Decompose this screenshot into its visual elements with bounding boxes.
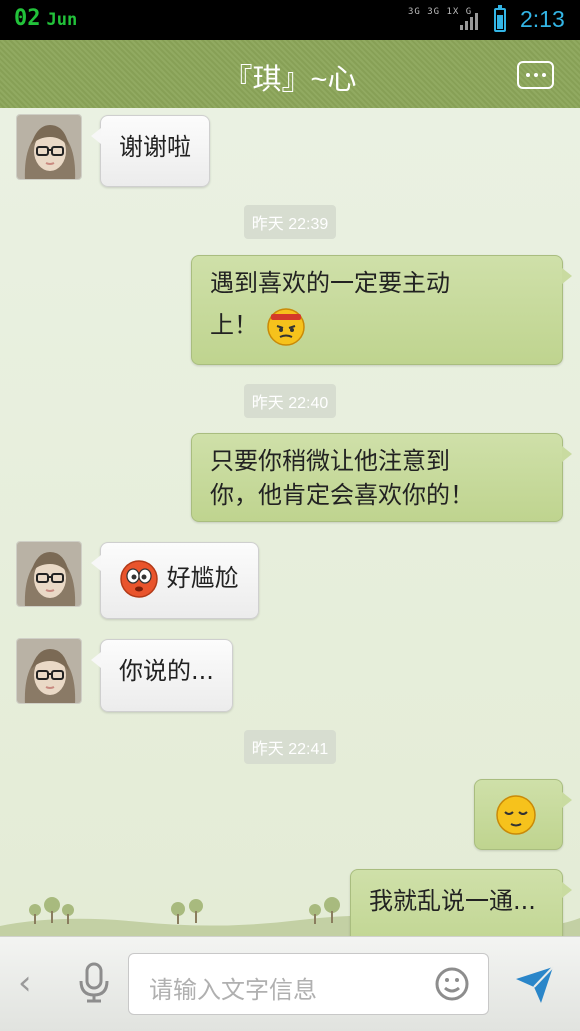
embarrassed-face-icon (120, 560, 158, 598)
send-icon[interactable] (513, 963, 557, 1007)
message-bubble-sent[interactable]: 我就乱说一通... (350, 869, 572, 936)
message-text-line1: 只要你稍微让他注意到 (210, 447, 450, 475)
message-bubble-sent[interactable] (474, 779, 572, 850)
message-text-line2: 你，他肯定会喜欢你的！ (210, 481, 474, 509)
sweating-headband-face-icon (266, 308, 305, 346)
message-text: 谢谢啦 (119, 133, 191, 161)
back-chevron-icon[interactable]: ‹ (18, 963, 32, 1003)
contact-avatar[interactable] (16, 541, 82, 607)
message-bubble-received[interactable]: 好尴尬 (91, 542, 259, 619)
message-bubble-sent[interactable]: 只要你稍微让他注意到 你，他肯定会喜欢你的！ (191, 433, 572, 522)
more-dots-icon[interactable] (517, 61, 554, 89)
timestamp-text: 昨天 22:41 (243, 730, 337, 764)
message-text: 我就乱说一通... (369, 887, 536, 915)
contact-name: 『琪』~心 (223, 64, 357, 96)
message-bubble-received[interactable]: 谢谢啦 (91, 115, 210, 187)
status-day: 02 (14, 6, 41, 31)
message-bubble-received[interactable]: 你说的... (91, 639, 233, 712)
status-bar: 02 Jun 3G 3G 1X G 2:13 (0, 0, 580, 40)
message-text-line1: 遇到喜欢的一定要主动 (210, 269, 450, 297)
message-text: 你说的... (119, 657, 214, 685)
timestamp-text: 昨天 22:39 (243, 205, 337, 239)
message-bubble-sent[interactable]: 遇到喜欢的一定要主动 上！ (191, 255, 572, 365)
signal-strength-icon (460, 12, 478, 30)
message-timestamp: 昨天 22:41 (0, 730, 580, 764)
input-bar: ‹ 请输入文字信息 (0, 936, 580, 1031)
chat-area[interactable]: 谢谢啦 昨天 22:39 遇到喜欢的一定要主动 上！ 昨天 22:40 只要你稍… (0, 108, 580, 936)
status-date: 02 Jun (14, 6, 77, 31)
relieved-face-icon (496, 795, 536, 835)
contact-avatar[interactable] (16, 638, 82, 704)
message-timestamp: 昨天 22:40 (0, 384, 580, 418)
message-text-line2: 上！ (210, 311, 258, 339)
input-placeholder: 请输入文字信息 (149, 976, 317, 1004)
microphone-icon[interactable] (76, 961, 112, 1005)
message-timestamp: 昨天 22:39 (0, 205, 580, 239)
timestamp-text: 昨天 22:40 (243, 384, 337, 418)
battery-icon (494, 5, 506, 32)
status-month: Jun (46, 10, 78, 30)
status-time: 2:13 (520, 6, 565, 32)
message-text: 好尴尬 (166, 564, 239, 592)
chat-header: 『琪』~心 (0, 40, 580, 114)
contact-avatar[interactable] (16, 114, 82, 180)
emoji-smile-icon[interactable] (434, 951, 470, 1013)
